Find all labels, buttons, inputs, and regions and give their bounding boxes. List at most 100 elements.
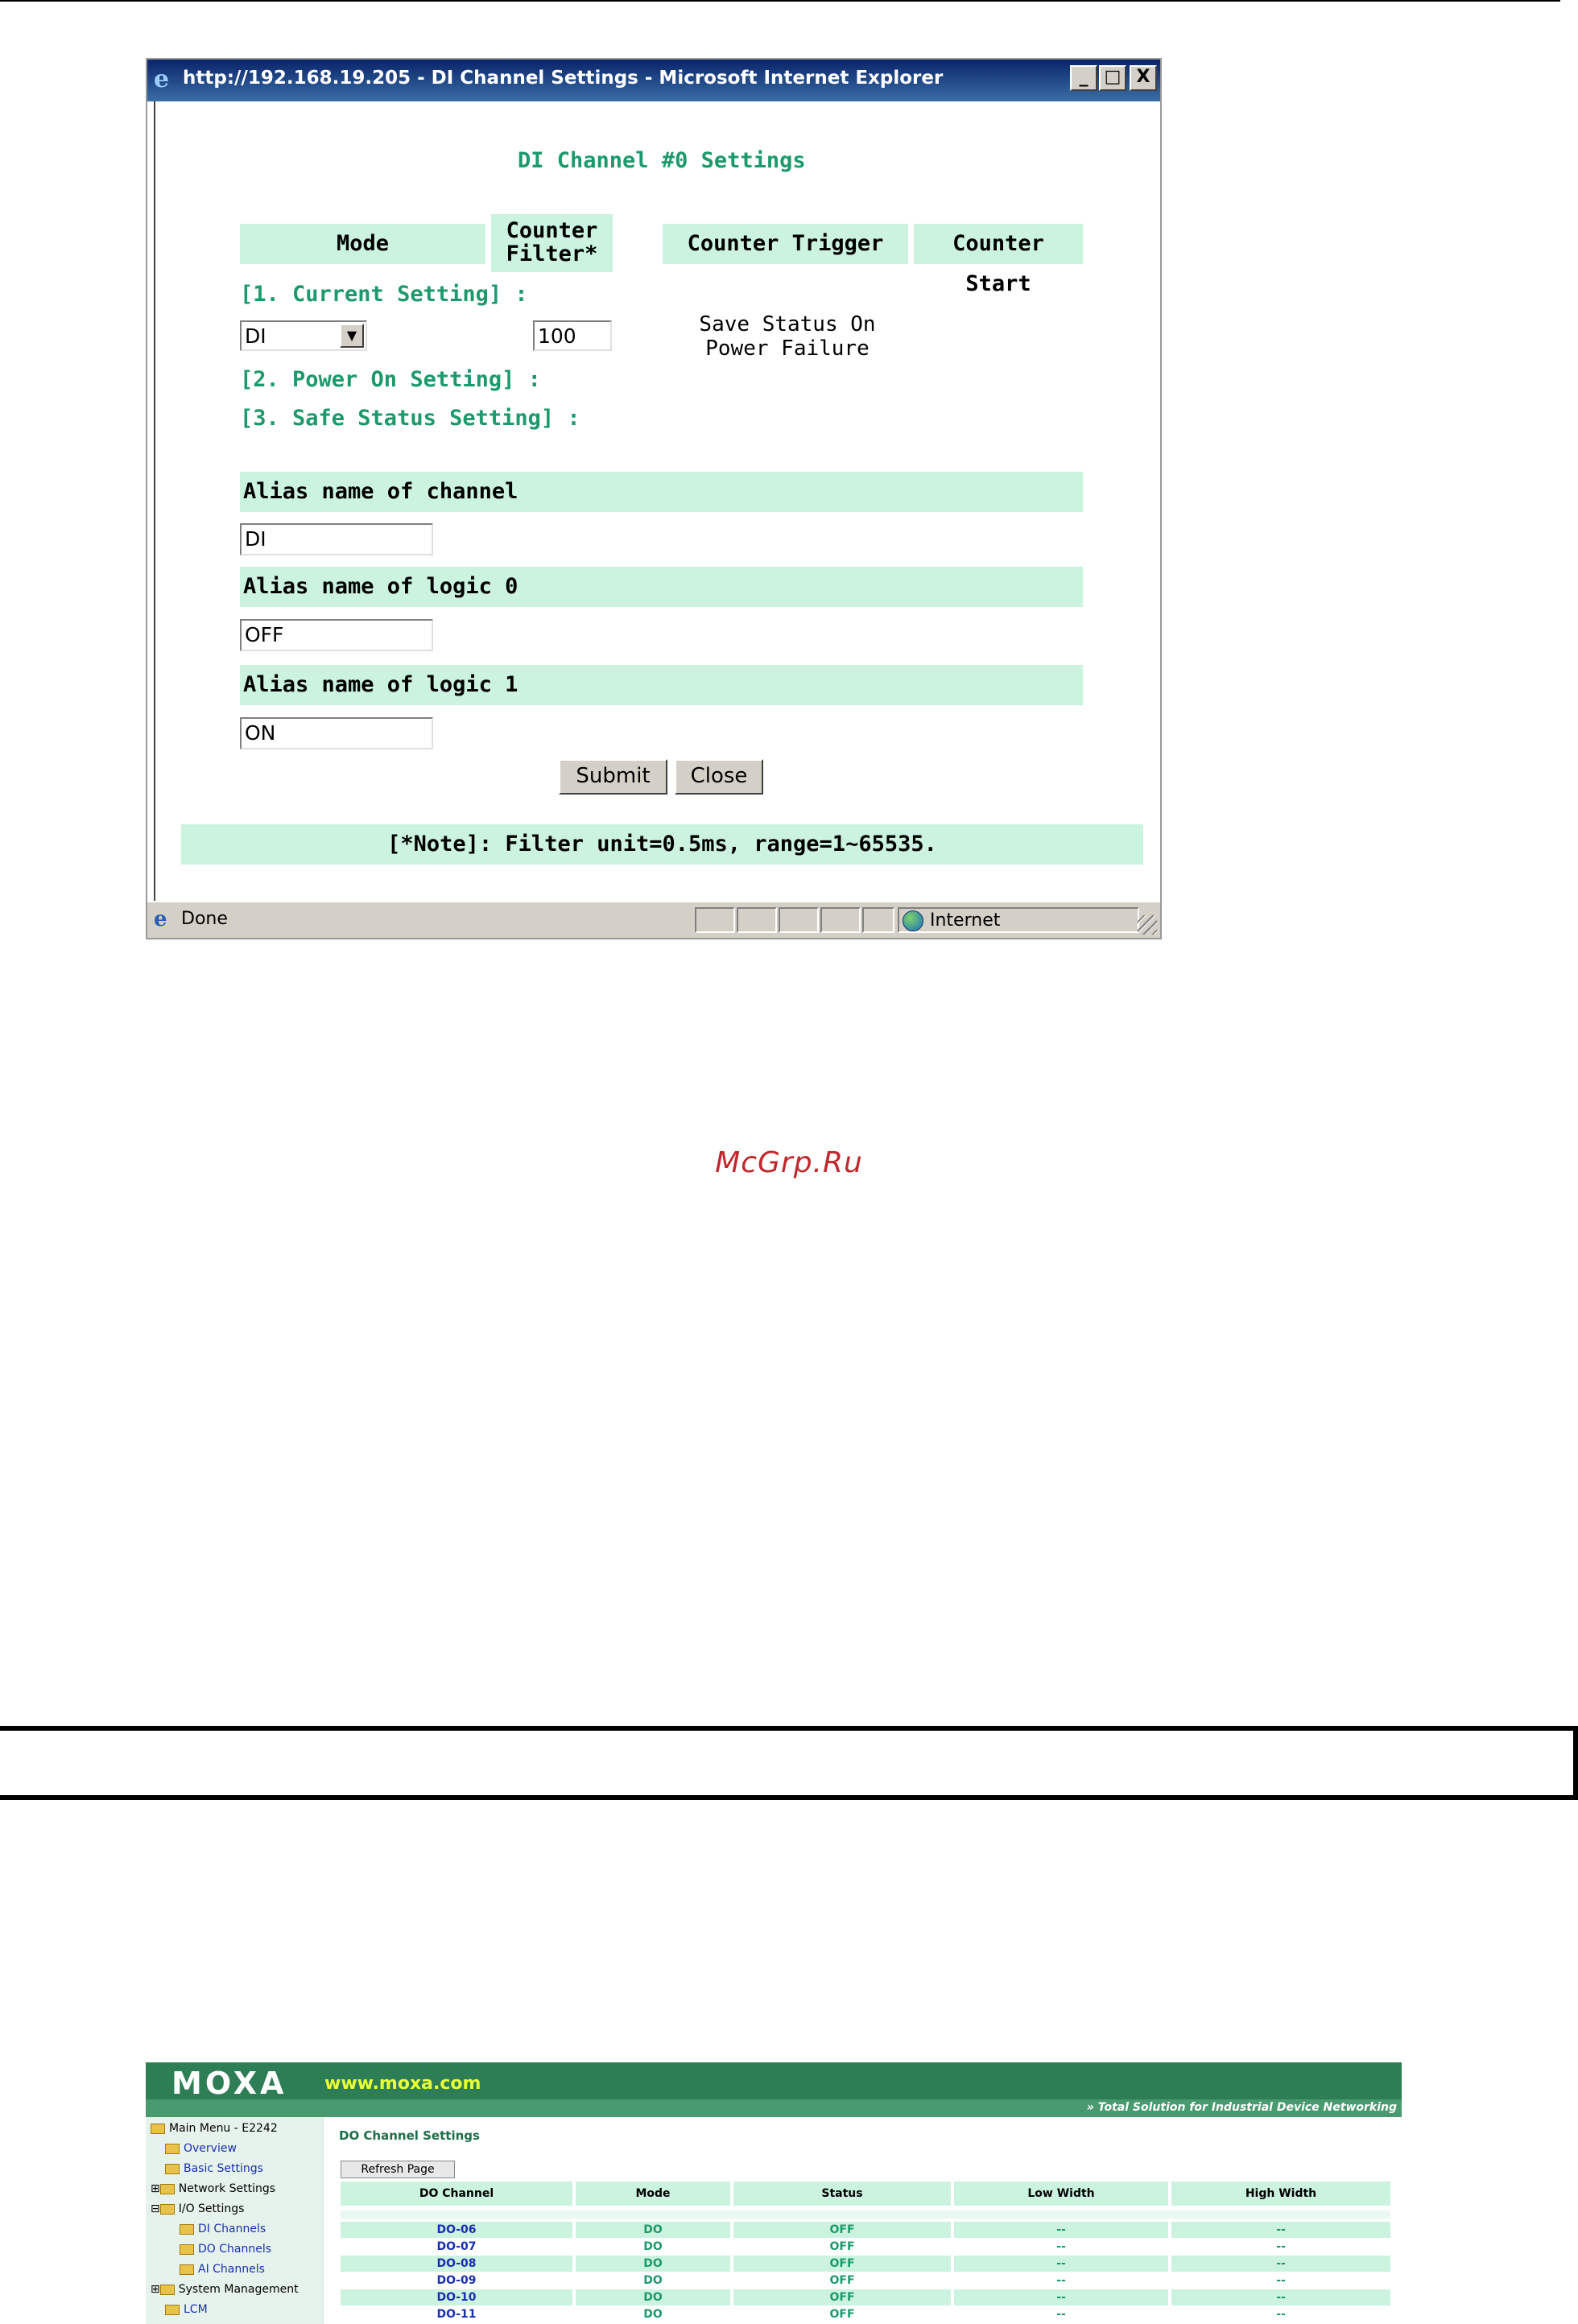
collapse-icon[interactable]: ⊟ — [151, 2202, 160, 2215]
tree-item-basic-settings[interactable]: Basic Settings — [165, 2162, 263, 2175]
current-setting-label: [1. Current Setting] : — [240, 282, 528, 307]
table-row: DO-11 DO OFF -- -- — [341, 2306, 1390, 2322]
header-counter-start: Counter Start — [914, 224, 1083, 296]
alias-logic0-input[interactable]: OFF — [240, 619, 433, 651]
table-cell: DO — [576, 2222, 730, 2238]
tree-label: Basic Settings — [184, 2162, 263, 2175]
tree-item-io-settings[interactable]: ⊟ I/O Settings — [151, 2202, 244, 2215]
folder-icon — [159, 2284, 175, 2295]
submit-button[interactable]: Submit — [559, 759, 667, 795]
mode-select[interactable]: DI ▼ — [240, 320, 367, 351]
table-cell: OFF — [733, 2222, 951, 2238]
window-title: http://192.168.19.205 - DI Channel Setti… — [183, 68, 944, 89]
safe-status-setting-label: [3. Safe Status Setting] : — [240, 406, 580, 431]
table-cell: -- — [1171, 2239, 1390, 2255]
power-on-setting-label: [2. Power On Setting] : — [240, 367, 541, 392]
tree-item-di-channels[interactable]: DI Channels — [180, 2223, 266, 2235]
table-row: DO-09 DO OFF -- -- — [341, 2272, 1390, 2289]
page-heading: DI Channel #0 Settings — [518, 148, 806, 173]
moxa-tagline-text: Total Solution for Industrial Device Net… — [1097, 2101, 1397, 2114]
minimize-button[interactable]: _ — [1070, 65, 1097, 91]
status-cell-4 — [820, 907, 861, 933]
table-row: DO-08 DO OFF -- -- — [341, 2256, 1390, 2272]
browser-content: DI Channel #0 Settings Mode Counter Filt… — [154, 101, 1154, 901]
table-spacer — [341, 2210, 1390, 2219]
mode-select-value: DI — [245, 324, 266, 348]
tree-item-system-management[interactable]: ⊞ System Management — [151, 2283, 299, 2296]
table-cell: -- — [1171, 2222, 1390, 2238]
status-bar: e Done Internet — [147, 901, 1160, 938]
globe-icon — [903, 910, 923, 931]
moxa-website[interactable]: www.moxa.com — [324, 2074, 481, 2094]
table-cell: OFF — [733, 2239, 951, 2255]
do-channel-link[interactable]: DO-08 — [341, 2256, 572, 2272]
close-window-button[interactable]: X — [1130, 65, 1157, 91]
table-cell: -- — [954, 2306, 1168, 2322]
table-cell: -- — [1171, 2272, 1390, 2289]
window-titlebar[interactable]: e http://192.168.19.205 - DI Channel Set… — [147, 60, 1160, 101]
table-cell: DO — [576, 2306, 730, 2322]
do-channel-link[interactable]: DO-06 — [341, 2222, 572, 2238]
tree-item-do-channels[interactable]: DO Channels — [180, 2243, 271, 2256]
filter-note: [*Note]: Filter unit=0.5ms, range=1~6553… — [181, 824, 1143, 865]
tree-item-network-settings[interactable]: ⊞ Network Settings — [151, 2182, 275, 2195]
maximize-button[interactable]: □ — [1099, 65, 1126, 91]
do-channel-link[interactable]: DO-10 — [341, 2289, 572, 2305]
status-cell-5 — [862, 907, 894, 933]
moxa-tagline: » Total Solution for Industrial Device N… — [1087, 2101, 1397, 2114]
status-text: Done — [181, 909, 228, 929]
status-cell-2 — [737, 907, 777, 933]
col-do-channel: DO Channel — [341, 2182, 572, 2206]
col-status: Status — [733, 2182, 951, 2206]
table-cell: -- — [1171, 2289, 1390, 2305]
moxa-web-console: MOXA www.moxa.com » Total Solution for I… — [146, 2062, 1402, 2324]
table-cell: OFF — [733, 2256, 951, 2272]
refresh-page-button[interactable]: Refresh Page — [341, 2161, 455, 2178]
folder-icon — [159, 2183, 175, 2194]
do-channel-link[interactable]: DO-11 — [341, 2306, 572, 2322]
alias-logic1-label: Alias name of logic 1 — [240, 665, 1083, 705]
header-counter-filter-line1: Counter — [506, 218, 598, 243]
table-cell: OFF — [733, 2306, 951, 2322]
folder-icon — [165, 2143, 180, 2154]
ie-logo-icon: e — [154, 65, 170, 93]
tree-label: Overview — [184, 2142, 237, 2155]
tree-root[interactable]: Main Menu - E2242 — [151, 2122, 278, 2135]
tree-item-lcm[interactable]: LCM — [165, 2303, 208, 2316]
tree-label: DI Channels — [198, 2223, 266, 2235]
tree-item-overview[interactable]: Overview — [165, 2142, 237, 2155]
folder-icon — [165, 2304, 180, 2315]
tree-item-ai-channels[interactable]: AI Channels — [180, 2263, 265, 2276]
tree-label: Main Menu - E2242 — [169, 2122, 278, 2135]
do-channel-link[interactable]: DO-09 — [341, 2272, 572, 2289]
expand-icon[interactable]: ⊞ — [151, 2182, 160, 2195]
alias-channel-input[interactable]: DI — [240, 523, 433, 555]
tree-label: Network Settings — [178, 2182, 276, 2195]
resize-grip-icon[interactable] — [1138, 915, 1157, 935]
moxa-subheader: » Total Solution for Industrial Device N… — [146, 2099, 1402, 2117]
expand-icon[interactable]: ⊞ — [151, 2283, 160, 2296]
alias-logic1-input[interactable]: ON — [240, 717, 433, 749]
tree-label: DO Channels — [198, 2243, 272, 2256]
tree-label: I/O Settings — [178, 2202, 245, 2215]
header-mode: Mode — [240, 224, 485, 264]
table-row: DO-10 DO OFF -- -- — [341, 2289, 1390, 2305]
moxa-page-title: DO Channel Settings — [339, 2128, 480, 2143]
do-channel-link[interactable]: DO-07 — [341, 2239, 572, 2255]
status-cell-3 — [779, 907, 819, 933]
folder-icon — [151, 2123, 165, 2134]
header-counter-trigger: Counter Trigger — [663, 224, 908, 264]
counter-filter-input[interactable]: 100 — [533, 320, 612, 351]
watermark: McGrp.Ru — [715, 1146, 863, 1179]
chevron-down-icon[interactable]: ▼ — [340, 324, 364, 348]
table-cell: -- — [1171, 2306, 1390, 2322]
col-low-width: Low Width — [954, 2182, 1168, 2206]
col-mode: Mode — [576, 2182, 730, 2206]
table-cell: DO — [576, 2256, 730, 2272]
folder-icon — [180, 2223, 194, 2235]
table-cell: OFF — [733, 2289, 951, 2305]
close-button[interactable]: Close — [675, 759, 763, 795]
col-high-width: High Width — [1171, 2182, 1390, 2206]
folder-icon — [165, 2163, 180, 2174]
table-cell: OFF — [733, 2272, 951, 2289]
